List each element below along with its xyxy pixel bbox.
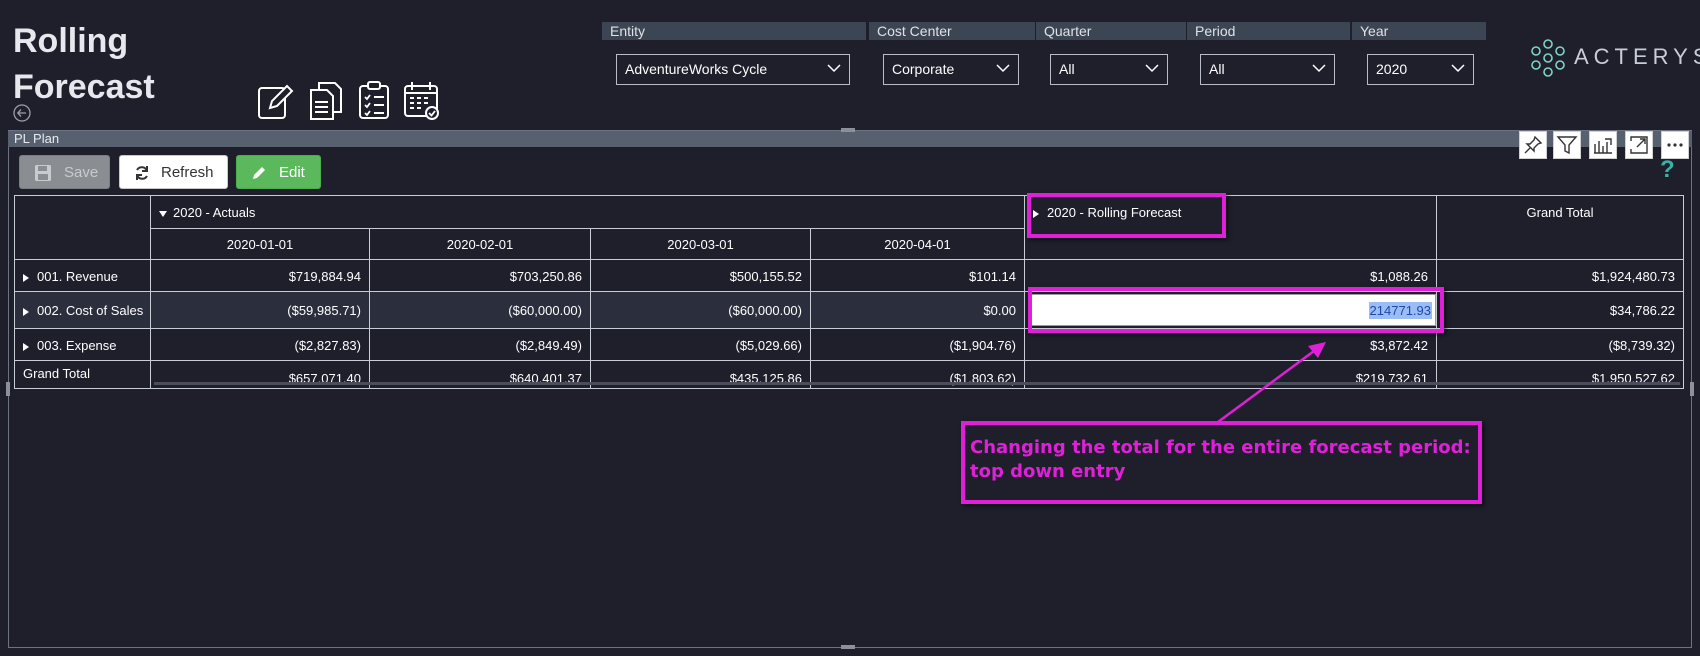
value-cell: ($60,000.00) [369,291,591,329]
entity-slicer-label: Entity [602,22,866,40]
group-actuals-label: 2020 - Actuals [173,205,256,220]
row-header-cost-of-sales[interactable]: 002. Cost of Sales [14,291,151,329]
checklist-clipboard-icon[interactable] [356,80,394,120]
calendar-check-icon[interactable] [403,80,441,120]
annotation-text: Changing the total for the entire foreca… [970,437,1471,482]
visual-title: PL Plan [8,131,1692,147]
save-button-label: Save [64,164,99,181]
row-total-cell: $1,924,480.73 [1436,259,1684,292]
resize-handle-right[interactable] [1690,382,1694,396]
floppy-disk-icon [35,165,51,181]
chevron-down-icon [1145,64,1159,73]
row-header-expense[interactable]: 003. Expense [14,328,151,361]
month-header: 2020-01-01 [150,228,370,260]
pencil-icon [253,167,265,179]
refresh-icon [136,166,148,180]
help-icon[interactable]: ? [1660,156,1675,184]
group-header-actuals[interactable]: 2020 - Actuals [150,195,1025,229]
quarter-slicer-label: Quarter [1036,22,1186,40]
save-button[interactable]: Save [19,155,110,189]
page-title-line1: Rolling [13,22,129,60]
period-slicer-label: Period [1187,22,1350,40]
value-cell: ($1,904.76) [810,328,1025,361]
edit-button[interactable]: Edit [236,155,321,189]
refresh-button[interactable]: Refresh [119,155,228,189]
chevron-down-icon [1451,64,1465,73]
value-cell: ($2,827.83) [150,328,370,361]
expand-triangle-icon [23,342,29,351]
drill-button[interactable] [1589,131,1617,159]
cost-center-dropdown[interactable]: Corporate [883,54,1019,85]
expand-triangle-icon [23,273,29,282]
month-header: 2020-02-01 [369,228,591,260]
back-arrow-icon[interactable] [13,104,31,122]
value-cell: ($5,029.66) [590,328,811,361]
value-cell: ($60,000.00) [590,291,811,329]
edit-button-label: Edit [279,164,305,181]
copy-documents-icon[interactable] [307,80,345,120]
row-header-grand-total: Grand Total [14,360,151,389]
annotation-forecast-cell-box [1028,287,1444,333]
chevron-down-icon [996,64,1010,73]
entity-dropdown[interactable]: AdventureWorks Cycle [616,54,850,85]
edit-document-icon[interactable] [256,80,294,120]
quarter-dropdown[interactable]: All [1050,54,1168,85]
value-cell: $500,155.52 [590,259,811,292]
more-icon [1667,143,1683,147]
matrix-corner-cell [14,195,151,260]
value-cell: $703,250.86 [369,259,591,292]
row-total-cell: ($8,739.32) [1436,328,1684,361]
more-options-button[interactable] [1661,131,1689,159]
value-cell: $101.14 [810,259,1025,292]
horizontal-scrollbar[interactable] [154,382,1680,385]
drill-chart-icon [1594,138,1612,154]
row-label: 003. Expense [37,338,117,353]
collapse-triangle-icon [159,210,167,217]
row-label: 001. Revenue [37,269,118,284]
page-title: Rolling Forecast [13,18,155,110]
chevron-down-icon [1312,64,1326,73]
resize-handle-left[interactable] [6,382,10,396]
year-dropdown[interactable]: 2020 [1367,54,1474,85]
page-title-line2: Forecast [13,68,155,106]
entity-dropdown-value: AdventureWorks Cycle [625,61,768,77]
value-cell: $0.00 [810,291,1025,329]
resize-handle-bottom[interactable] [841,645,855,649]
focus-mode-button[interactable] [1625,131,1653,159]
acterys-logo-icon [1531,39,1565,77]
pin-visual-button[interactable] [1519,131,1547,159]
year-slicer-label: Year [1352,22,1486,40]
annotation-arrow-icon [1217,342,1326,424]
cost-center-dropdown-value: Corporate [892,61,955,77]
annotation-forecast-header-box [1027,193,1226,238]
pin-icon [1524,135,1543,154]
row-total-cell: $34,786.22 [1436,291,1684,329]
year-dropdown-value: 2020 [1376,61,1408,77]
value-cell: ($2,849.49) [369,328,591,361]
quarter-dropdown-value: All [1059,61,1075,77]
cost-center-slicer-label: Cost Center [869,22,1035,40]
chevron-down-icon [827,64,841,73]
period-dropdown[interactable]: All [1200,54,1335,85]
acterys-logo-text: ACTERYS [1574,44,1700,69]
acterys-logo: ACTERYS [1528,38,1700,78]
month-header: 2020-04-01 [810,228,1025,260]
filter-button[interactable] [1553,131,1581,159]
value-cell: $719,884.94 [150,259,370,292]
period-dropdown-value: All [1209,61,1225,77]
resize-handle-top[interactable] [841,128,855,132]
value-cell: ($59,985.71) [150,291,370,329]
filter-icon [1556,136,1578,155]
row-label: 002. Cost of Sales [37,303,144,318]
grand-total-column-header: Grand Total [1436,195,1684,260]
row-header-revenue[interactable]: 001. Revenue [14,259,151,292]
month-header: 2020-03-01 [590,228,811,260]
expand-icon [1630,136,1648,154]
refresh-button-label: Refresh [161,164,214,181]
expand-triangle-icon [23,307,29,316]
